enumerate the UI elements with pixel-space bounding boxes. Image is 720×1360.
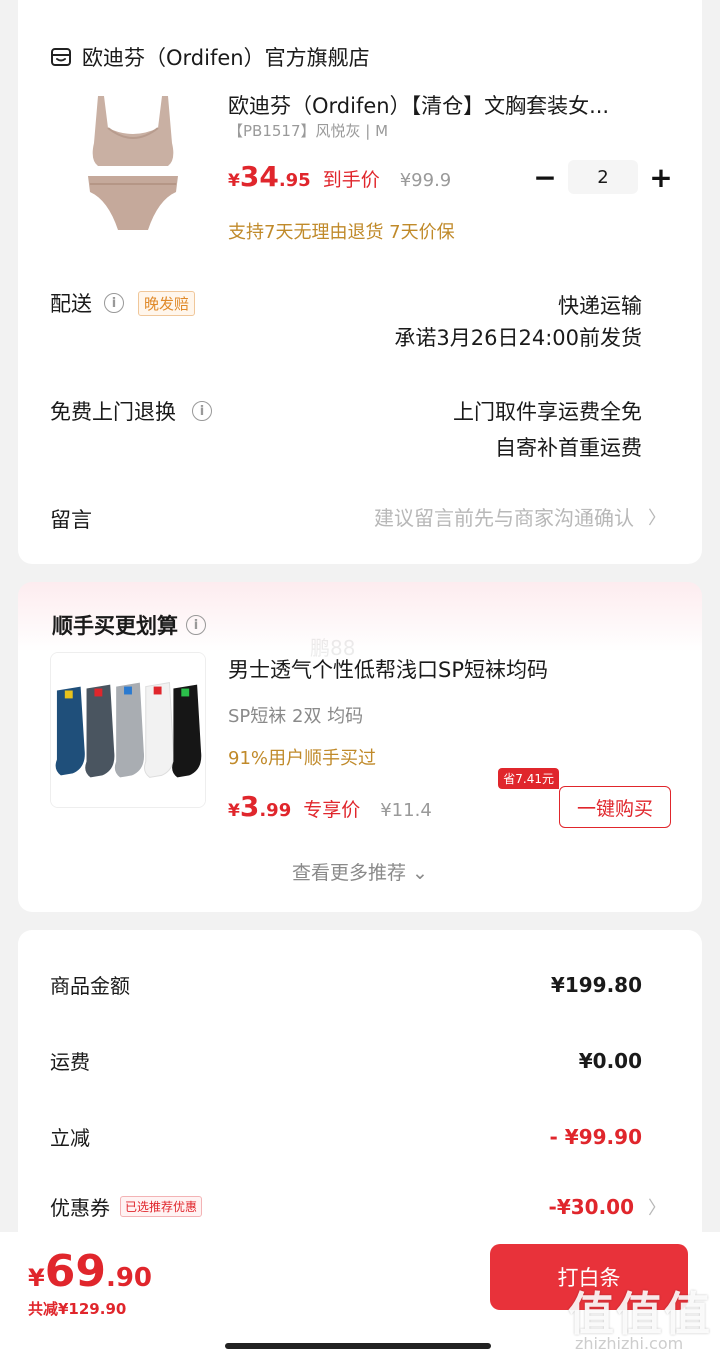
addon-product-spec: SP短袜 2双 均码: [228, 706, 364, 727]
discount-label: 立减: [50, 1126, 90, 1150]
store-name: 欧迪芬（Ordifen）官方旗舰店: [82, 46, 370, 70]
delivery-method: 快递运输: [558, 294, 642, 318]
late-shipping-badge: 晚发赔: [138, 290, 196, 316]
addon-product-image[interactable]: [50, 652, 206, 808]
home-indicator[interactable]: [225, 1343, 491, 1349]
watermark-url: zhizhizhi.com: [575, 1334, 684, 1353]
info-icon[interactable]: i: [192, 401, 212, 421]
price-decimal: .99: [259, 800, 292, 821]
info-icon[interactable]: i: [186, 615, 206, 635]
quantity-field[interactable]: 2: [568, 160, 638, 194]
shipping-fee-row: 运费 ¥0.00: [50, 1046, 642, 1075]
note-label-text: 留言: [50, 508, 92, 532]
delivery-label: 配送: [50, 292, 92, 316]
more-recommendations-link[interactable]: 查看更多推荐 ⌄: [18, 858, 702, 885]
order-summary-card: 商品金额 ¥199.80 运费 ¥0.00 立减 - ¥99.90 优惠券 已选…: [18, 930, 702, 1250]
price-tag: 专享价: [303, 799, 361, 821]
return-service-row[interactable]: 免费上门退换 i: [50, 396, 212, 426]
one-click-buy-button[interactable]: 一键购买: [559, 786, 671, 828]
price-tag: 到手价: [322, 169, 380, 191]
coupon-value: -¥30.00: [548, 1194, 634, 1219]
note-placeholder: 建议留言前先与商家沟通确认: [374, 506, 634, 530]
price-decimal: .95: [278, 170, 311, 191]
discount-row: 立减 - ¥99.90: [50, 1122, 642, 1151]
goods-amount-label: 商品金额: [50, 974, 130, 998]
product-image[interactable]: [58, 88, 208, 238]
addon-price: ¥ 3 .99 专享价 ¥11.4: [228, 790, 432, 823]
delivery-row[interactable]: 配送 i 晚发赔: [50, 288, 196, 318]
total-decimal: .90: [105, 1263, 152, 1293]
delivery-promise: 承诺3月26日24:00前发货: [394, 326, 642, 350]
price-integer: 34: [239, 160, 279, 193]
product-price: ¥ 34 .95 到手价 ¥99.9: [228, 160, 451, 193]
original-price: ¥99.9: [399, 170, 452, 191]
chevron-right-icon: 〉: [648, 1197, 666, 1219]
total-currency: ¥: [28, 1264, 45, 1292]
addon-section-title: 顺手买更划算 i: [52, 610, 206, 640]
savings-badge: 省7.41元: [498, 768, 559, 789]
store-icon: [51, 48, 71, 66]
coupon-row[interactable]: 优惠券 已选推荐优惠 -¥30.00 〉: [50, 1192, 666, 1221]
note-input[interactable]: 建议留言前先与商家沟通确认 〉: [374, 502, 666, 531]
coupon-selected-badge: 已选推荐优惠: [120, 1196, 203, 1217]
increase-quantity-button[interactable]: +: [648, 161, 674, 194]
note-label: 留言: [50, 504, 92, 534]
guarantee-text: 支持7天无理由退货 7天价保: [228, 222, 455, 243]
decrease-quantity-button[interactable]: −: [532, 161, 558, 194]
coupon-value-group: -¥30.00 〉: [549, 1194, 666, 1220]
price-currency: ¥: [228, 171, 240, 191]
addon-buyers-text: 91%用户顺手买过: [228, 748, 377, 769]
shipping-fee-value: ¥0.00: [578, 1048, 642, 1073]
return-service-label: 免费上门退换: [50, 400, 176, 424]
discount-value: - ¥99.90: [549, 1124, 642, 1149]
product-spec[interactable]: 【PB1517】风悦灰 | M: [228, 120, 388, 141]
chevron-right-icon: 〉: [648, 507, 666, 529]
coupon-label-group: 优惠券 已选推荐优惠: [50, 1192, 203, 1221]
total-integer: 69: [44, 1246, 106, 1297]
goods-amount-value: ¥199.80: [550, 972, 642, 997]
store-header[interactable]: 欧迪芬（Ordifen）官方旗舰店: [50, 42, 370, 72]
quantity-stepper: − 2 +: [532, 160, 674, 194]
price-integer: 3: [239, 790, 260, 823]
price-currency: ¥: [228, 801, 240, 821]
info-icon[interactable]: i: [104, 293, 124, 313]
watermark-text: 鹏88: [310, 636, 356, 660]
total-price: ¥ 69 .90: [28, 1246, 152, 1297]
total-saved: 共减¥129.90: [28, 1300, 127, 1318]
original-price: ¥11.4: [380, 800, 432, 821]
return-service-line1: 上门取件享运费全免: [453, 400, 642, 424]
return-service-line2: 自寄补首重运费: [495, 436, 642, 460]
goods-amount-row: 商品金额 ¥199.80: [50, 970, 642, 999]
addon-product-title[interactable]: 男士透气个性低帮浅口SP短袜均码: [228, 654, 548, 684]
order-item-card: 欧迪芬（Ordifen）官方旗舰店 欧迪芬（Ordifen）【清仓】文胸套装女.…: [18, 0, 702, 564]
shipping-fee-label: 运费: [50, 1050, 90, 1074]
addon-section-title-text: 顺手买更划算: [52, 614, 178, 638]
addon-card: 顺手买更划算 i 男士透气个性低帮浅口SP短袜均码 SP短袜 2双 均码 91%…: [18, 582, 702, 912]
coupon-label: 优惠券: [50, 1196, 110, 1220]
product-title[interactable]: 欧迪芬（Ordifen）【清仓】文胸套装女...: [228, 90, 658, 120]
